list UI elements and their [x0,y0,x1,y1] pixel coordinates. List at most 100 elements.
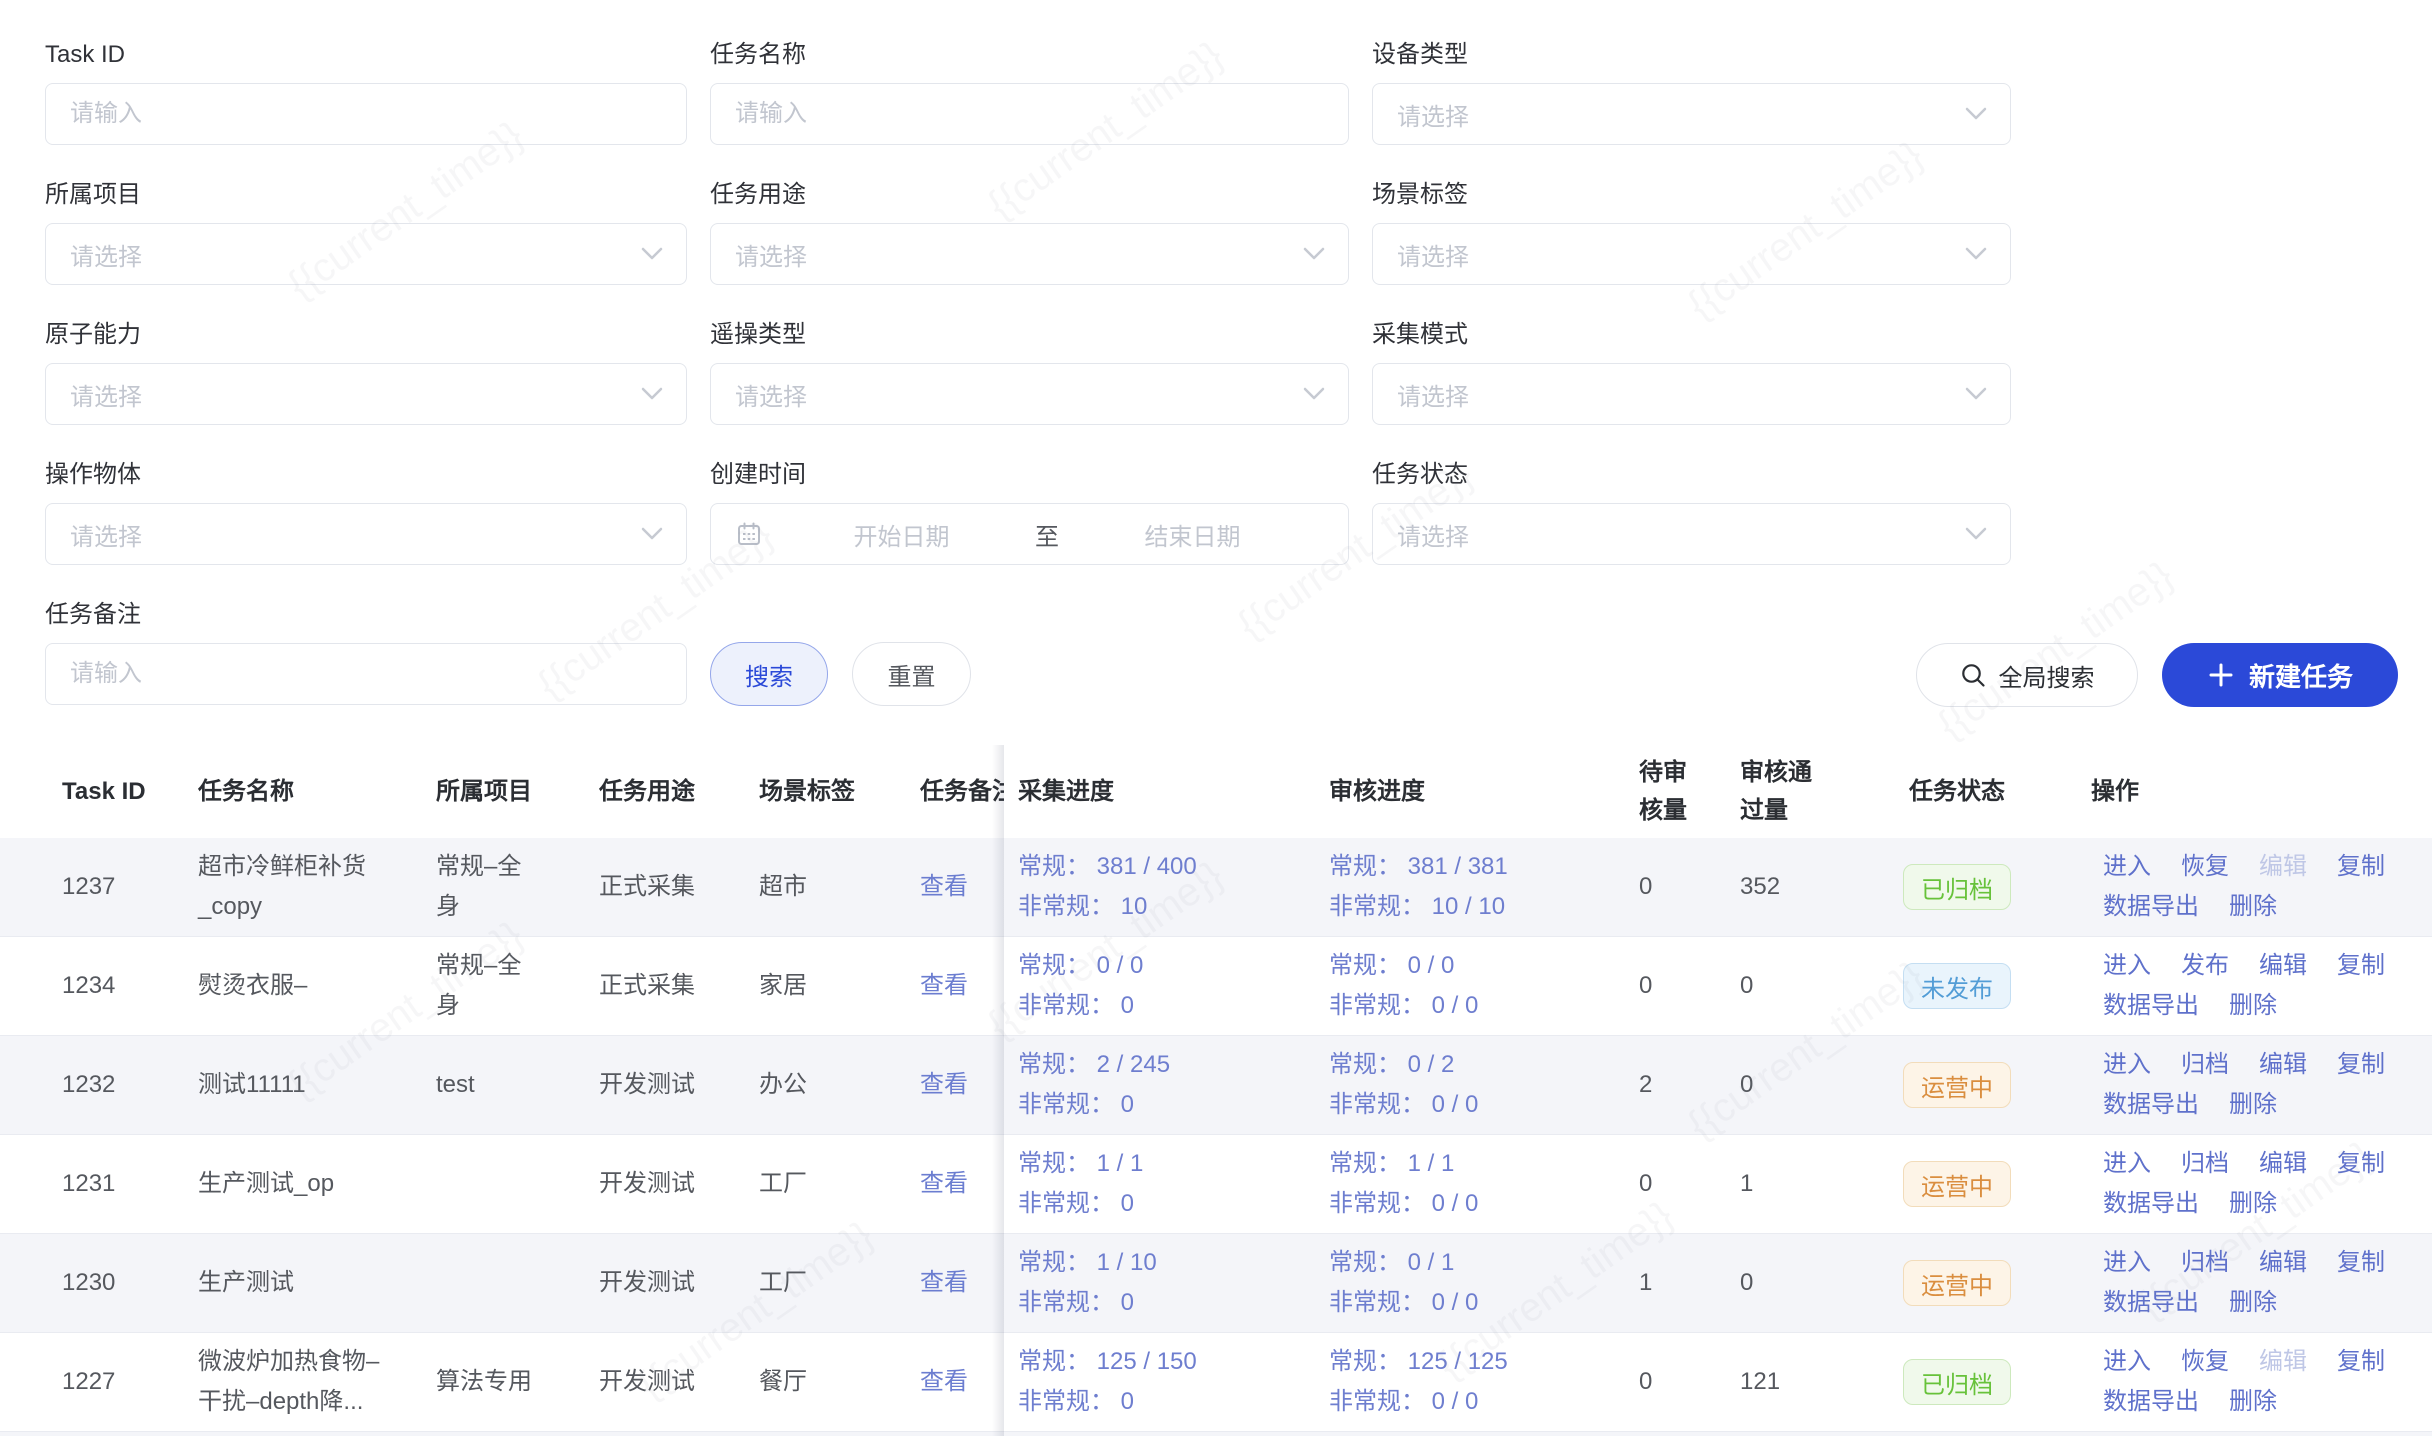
cell-collect-progress: 常规： 381 / 400非常规： 10 [1018,838,1197,936]
action-link-restore[interactable]: 恢复 [2181,847,2229,887]
action-link-copy[interactable]: 复制 [2337,1342,2385,1382]
action-link-export[interactable]: 数据导出 [2103,1382,2199,1422]
cell-collect-progress: 常规： 1 / 10非常规： 0 [1018,1234,1157,1332]
task-status-select[interactable]: 请选择 [1372,503,2011,565]
cell-project: 常规–全身 [436,937,540,1035]
start-date-placeholder[interactable]: 开始日期 [768,517,1035,552]
operate-object-select[interactable]: 请选择 [45,503,687,565]
action-link-edit[interactable]: 编辑 [2259,1045,2307,1085]
action-link-delete[interactable]: 删除 [2229,1085,2277,1125]
action-link-copy[interactable]: 复制 [2337,1243,2385,1283]
action-link-export[interactable]: 数据导出 [2103,1283,2199,1323]
action-link-export[interactable]: 数据导出 [2103,887,2199,927]
chevron-down-icon [1302,387,1326,401]
action-link-delete[interactable]: 删除 [2229,1283,2277,1323]
cell-project [436,1234,540,1332]
cell-scene-tag: 家居 [759,937,807,1035]
action-link-delete[interactable]: 删除 [2229,887,2277,927]
filter-field-task-status: 任务状态 请选择 [1372,460,2011,565]
fixed-row-panel: 常规： 1 / 10非常规： 0 常规： 0 / 1非常规： 0 / 0 1 0… [1004,1234,2432,1332]
view-remark-link[interactable]: 查看 [920,937,968,1035]
create-task-label: 新建任务 [2249,657,2353,694]
cell-pending-count: 1 [1639,1234,1652,1332]
action-link-archive[interactable]: 归档 [2181,1243,2229,1283]
action-link-enter[interactable]: 进入 [2103,1045,2151,1085]
action-link-enter[interactable]: 进入 [2103,1342,2151,1382]
action-link-edit[interactable]: 编辑 [2259,946,2307,986]
cell-review-progress: 常规： 0 / 1非常规： 0 / 0 [1329,1234,1478,1332]
field-label: 任务备注 [45,600,687,630]
progress-line: 非常规： 0 / 0 [1329,1184,1478,1224]
filter-field-atomic-ability: 原子能力 请选择 [45,320,687,425]
action-link-enter[interactable]: 进入 [2103,1144,2151,1184]
action-link-enter[interactable]: 进入 [2103,847,2151,887]
cell-collect-progress: 常规： 0 / 0非常规： 0 [1018,937,1143,1035]
cell-task-name: 微波炉加热食物–干扰–depth降... [198,1333,383,1431]
action-link-enter[interactable]: 进入 [2103,946,2151,986]
create-time-range-picker[interactable]: 开始日期 至 结束日期 [710,503,1349,565]
cell-task-name: 测试11111 [198,1036,383,1134]
status-badge: 运营中 [1903,1260,2011,1306]
action-link-export[interactable]: 数据导出 [2103,986,2199,1026]
action-link-enter[interactable]: 进入 [2103,1243,2151,1283]
task-remark-input[interactable] [46,644,686,704]
field-label: 任务状态 [1372,460,2011,490]
device-type-select[interactable]: 请选择 [1372,83,2011,145]
end-date-placeholder[interactable]: 结束日期 [1059,517,1326,552]
cell-project [436,1135,540,1233]
action-link-copy[interactable]: 复制 [2337,1045,2385,1085]
table-header-row: Task ID 任务名称 所属项目 任务用途 场景标签 任务备注 采集进度 审核… [0,745,2432,838]
col-header-scene-tag: 场景标签 [759,745,855,838]
view-remark-link[interactable]: 查看 [920,838,968,936]
progress-line: 非常规： 10 / 10 [1329,887,1505,927]
action-link-archive[interactable]: 归档 [2181,1144,2229,1184]
filter-field-purpose: 任务用途 请选择 [710,180,1349,285]
select-placeholder: 请选择 [70,377,142,412]
fixed-row-panel: 常规： 1 / 1非常规： 0 常规： 1 / 1非常规： 0 / 0 0 1 … [1004,1135,2432,1233]
field-label: 场景标签 [1372,180,2011,210]
project-select[interactable]: 请选择 [45,223,687,285]
next-row-sliver [0,1432,2432,1436]
action-link-export[interactable]: 数据导出 [2103,1085,2199,1125]
filter-form: Task ID 任务名称 设备类型 请选择 所属项目 请选择 任务用途 请选择 [45,40,2012,740]
action-link-publish[interactable]: 发布 [2181,946,2229,986]
teleop-type-select[interactable]: 请选择 [710,363,1349,425]
action-link-archive[interactable]: 归档 [2181,1045,2229,1085]
progress-line: 非常规： 0 [1018,1085,1134,1125]
task-id-input[interactable] [46,84,686,144]
progress-line: 常规： 381 / 400 [1018,847,1197,887]
create-task-button[interactable]: 新建任务 [2162,643,2398,707]
status-badge: 未发布 [1903,963,2011,1009]
action-link-copy[interactable]: 复制 [2337,1144,2385,1184]
cell-task-id: 1230 [62,1234,115,1332]
cell-project: 常规–全身 [436,838,540,936]
global-search-button[interactable]: 全局搜索 [1916,643,2138,707]
filter-field-project: 所属项目 请选择 [45,180,687,285]
progress-line: 常规： 0 / 2 [1329,1045,1454,1085]
action-link-edit[interactable]: 编辑 [2259,1243,2307,1283]
action-link-edit[interactable]: 编辑 [2259,1144,2307,1184]
col-header-task-name: 任务名称 [198,745,294,838]
view-remark-link[interactable]: 查看 [920,1036,968,1134]
action-link-copy[interactable]: 复制 [2337,946,2385,986]
action-link-export[interactable]: 数据导出 [2103,1184,2199,1224]
field-label: 任务用途 [710,180,1349,210]
task-name-input[interactable] [711,84,1348,144]
cell-actions: 进入归档编辑复制数据导出删除 [2103,1135,2403,1233]
action-link-delete[interactable]: 删除 [2229,1184,2277,1224]
field-label: 创建时间 [710,460,1349,490]
action-link-delete[interactable]: 删除 [2229,986,2277,1026]
atomic-ability-select[interactable]: 请选择 [45,363,687,425]
scene-tag-select[interactable]: 请选择 [1372,223,2011,285]
view-remark-link[interactable]: 查看 [920,1333,968,1431]
action-link-delete[interactable]: 删除 [2229,1382,2277,1422]
reset-button[interactable]: 重置 [852,642,971,706]
cell-collect-progress: 常规： 1 / 1非常规： 0 [1018,1135,1143,1233]
action-link-restore[interactable]: 恢复 [2181,1342,2229,1382]
search-button[interactable]: 搜索 [710,642,828,706]
purpose-select[interactable]: 请选择 [710,223,1349,285]
action-link-copy[interactable]: 复制 [2337,847,2385,887]
view-remark-link[interactable]: 查看 [920,1135,968,1233]
collect-mode-select[interactable]: 请选择 [1372,363,2011,425]
view-remark-link[interactable]: 查看 [920,1234,968,1332]
